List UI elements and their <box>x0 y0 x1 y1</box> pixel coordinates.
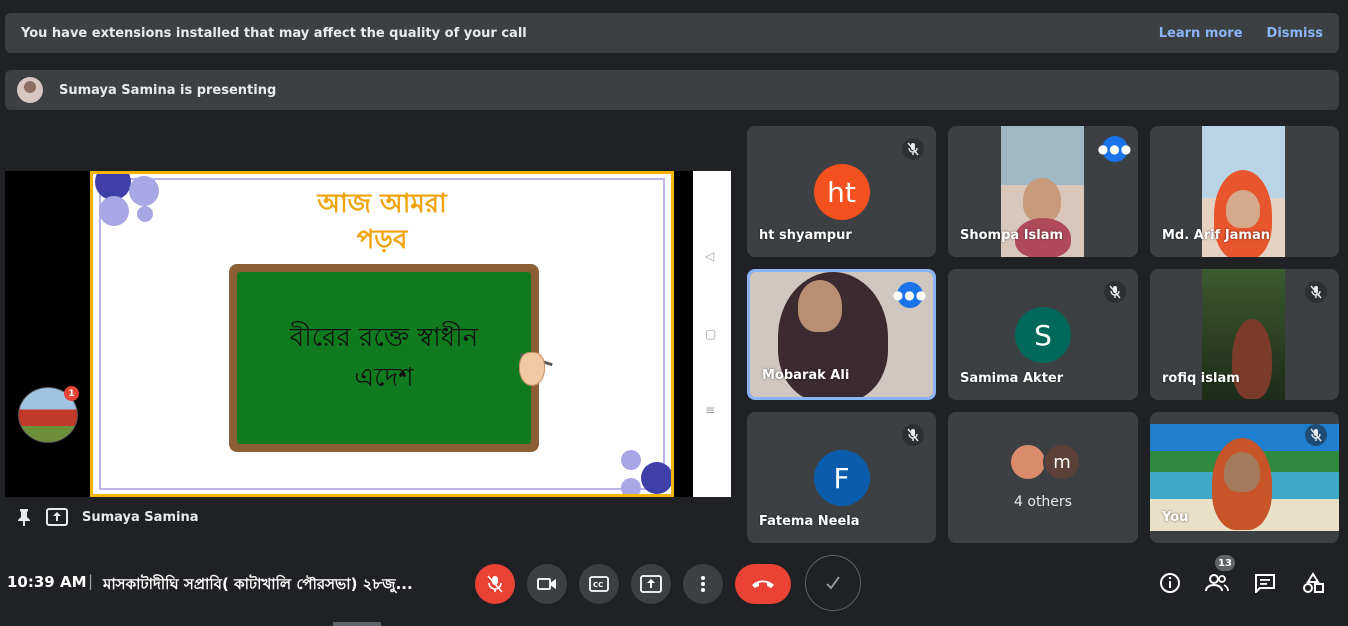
chat-icon <box>1255 574 1275 593</box>
meeting-details-button[interactable] <box>1157 570 1183 596</box>
presenting-bar: Sumaya Samina is presenting <box>5 70 1339 110</box>
back-triangle-icon: ◁ <box>705 249 715 263</box>
leave-call-button[interactable] <box>735 564 791 604</box>
others-avatar-initial: m <box>1043 443 1081 481</box>
others-avatar-photo <box>1009 443 1047 481</box>
camera-toggle-button[interactable] <box>527 564 567 604</box>
participant-tile[interactable]: ht ht shyampur <box>747 126 936 257</box>
activities-button[interactable] <box>1300 570 1326 596</box>
slide-title-line1: আজ আমরা <box>317 189 447 219</box>
participant-tile[interactable]: F Fatema Neela <box>747 412 936 543</box>
participant-tile[interactable]: Md. Arif Jaman <box>1150 126 1339 257</box>
chat-button[interactable] <box>1252 570 1278 596</box>
speaking-indicator-icon: ●●● <box>893 282 926 308</box>
present-now-button[interactable] <box>631 564 671 604</box>
people-button[interactable] <box>1204 570 1230 596</box>
participant-tile[interactable]: S Samima Akter <box>948 269 1138 400</box>
mic-off-icon <box>487 575 503 593</box>
mic-off-icon <box>902 138 924 160</box>
decor-circle <box>621 450 641 470</box>
participant-tile[interactable]: ●●● Shompa Islam <box>948 126 1138 257</box>
person-figure <box>798 280 842 332</box>
presenting-message: Sumaya Samina is presenting <box>59 82 277 98</box>
check-button[interactable] <box>805 555 861 611</box>
mic-off-icon <box>1305 424 1327 446</box>
participant-name: Samima Akter <box>960 371 1064 386</box>
check-icon <box>826 576 840 590</box>
clock-time: 10:39 AM <box>7 573 87 591</box>
meeting-title: মাসকাটাদীঘি সপ্রাবি( কাটাখালি পৌরসভা) ২৮… <box>103 575 413 593</box>
participant-name: Shompa Islam <box>960 228 1064 243</box>
others-tile[interactable]: m 4 others <box>948 412 1138 543</box>
participant-tile-active-speaker[interactable]: ●●● Mobarak Ali <box>747 269 936 400</box>
participant-avatar: F <box>813 450 870 506</box>
people-icon <box>1205 574 1229 592</box>
speaking-indicator-icon: ●●● <box>1098 136 1131 162</box>
participant-name: rofiq islam <box>1162 371 1240 386</box>
svg-text:CC: CC <box>593 581 603 589</box>
participant-name: You <box>1162 510 1189 525</box>
present-screen-icon[interactable] <box>46 508 68 526</box>
slide-title-line2: পড়ব <box>356 225 408 255</box>
person-figure <box>1224 452 1260 492</box>
closed-captions-icon: CC <box>589 576 609 592</box>
dismiss-button[interactable]: Dismiss <box>1267 26 1323 41</box>
present-screen-icon <box>640 575 662 593</box>
board-text-line2: এদেশ <box>354 363 414 393</box>
slide-title: আজ আমরা পড়ব <box>93 186 671 258</box>
decor-circle <box>621 478 641 494</box>
mic-off-icon <box>1104 281 1126 303</box>
hang-up-icon <box>752 580 774 588</box>
scrollbar-thumb[interactable] <box>333 622 381 626</box>
phone-nav-panel: ◁ ▢ ≡ <box>693 171 731 497</box>
person-figure <box>1023 178 1061 222</box>
mic-toggle-button[interactable] <box>475 564 515 604</box>
info-icon <box>1160 573 1180 593</box>
captions-button[interactable]: CC <box>579 564 619 604</box>
hand-icon <box>519 352 545 386</box>
mic-off-icon <box>902 424 924 446</box>
participant-name: Md. Arif Jaman <box>1162 228 1270 243</box>
self-tile[interactable]: You <box>1150 412 1339 543</box>
menu-lines-icon: ≡ <box>705 403 716 417</box>
separator: | <box>88 572 94 590</box>
participant-name: Fatema Neela <box>759 514 860 529</box>
participant-count-badge: 13 <box>1215 555 1235 571</box>
extension-warning-banner: You have extensions installed that may a… <box>5 13 1339 53</box>
presenter-label: Sumaya Samina <box>16 508 198 526</box>
bottom-control-bar: 10:39 AM | মাসকাটাদীঘি সপ্রাবি( কাটাখালি… <box>0 552 1348 614</box>
banner-message: You have extensions installed that may a… <box>21 25 527 41</box>
home-square-icon: ▢ <box>705 327 717 341</box>
video-camera-icon <box>537 578 556 590</box>
presentation-slide: আজ আমরা পড়ব বীরের রক্তে স্বাধীন এদেশ <box>90 171 674 497</box>
presenter-name: Sumaya Samina <box>82 509 199 525</box>
notification-badge: 1 <box>64 386 79 401</box>
shapes-icon <box>1303 572 1324 593</box>
presentation-stage[interactable]: আজ আমরা পড়ব বীরের রক্তে স্বাধীন এদেশ ◁ … <box>5 171 731 497</box>
participant-name: ht shyampur <box>759 228 852 243</box>
chalkboard: বীরের রক্তে স্বাধীন এদেশ <box>229 264 553 452</box>
mic-off-icon <box>1305 281 1327 303</box>
participant-avatar: ht <box>813 164 870 220</box>
participant-avatar: S <box>1015 307 1071 363</box>
learn-more-link[interactable]: Learn more <box>1159 26 1243 41</box>
person-figure <box>1232 319 1272 399</box>
person-figure <box>1226 190 1260 228</box>
more-options-button[interactable] <box>683 564 723 604</box>
participant-name: Mobarak Ali <box>762 368 850 383</box>
board-text-line1: বীরের রক্তে স্বাধীন <box>289 323 479 353</box>
pin-icon[interactable] <box>16 508 32 526</box>
presenter-avatar <box>17 77 43 103</box>
participant-tile[interactable]: rofiq islam <box>1150 269 1339 400</box>
more-vert-icon <box>701 576 705 592</box>
decor-circle <box>641 462 671 494</box>
others-count-label: 4 others <box>1014 494 1072 510</box>
